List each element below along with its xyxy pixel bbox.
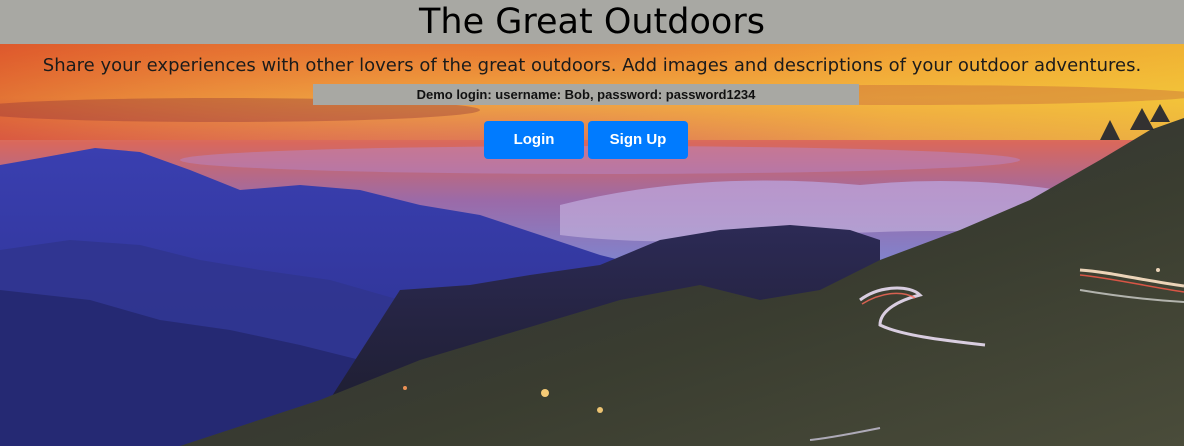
tagline: Share your experiences with other lovers…: [42, 55, 1142, 76]
demo-login-info: Demo login: username: Bob, password: pas…: [313, 84, 859, 105]
landing-page: The Great Outdoors Share your experience…: [0, 0, 1184, 446]
header-bar: The Great Outdoors: [0, 0, 1184, 44]
signup-button[interactable]: Sign Up: [588, 121, 688, 159]
page-title: The Great Outdoors: [419, 2, 765, 42]
login-button[interactable]: Login: [484, 121, 584, 159]
